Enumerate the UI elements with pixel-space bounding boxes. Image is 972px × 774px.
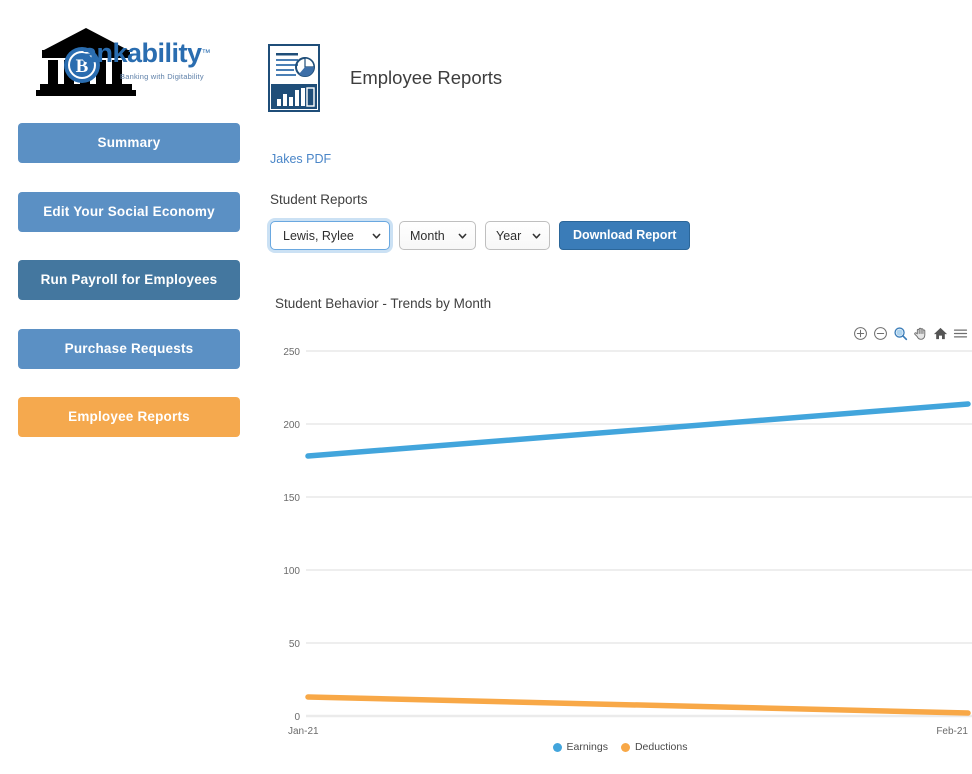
chart-toolbar — [853, 326, 968, 341]
legend-marker-deductions — [621, 743, 630, 752]
month-select-value: Month — [410, 229, 445, 243]
series-line-deductions — [308, 697, 968, 713]
month-select[interactable]: Month — [399, 221, 476, 250]
brand-name: ankability — [82, 38, 202, 68]
y-tick-250: 250 — [283, 347, 300, 358]
line-chart-svg: 250 200 150 100 50 0 Jan-21 Feb-21 — [268, 344, 972, 734]
chart-panel: Student Behavior - Trends by Month — [268, 296, 972, 766]
y-tick-200: 200 — [283, 420, 300, 431]
year-select-value: Year — [496, 229, 521, 243]
y-tick-100: 100 — [283, 566, 300, 577]
chevron-down-icon — [372, 231, 381, 240]
selection-zoom-icon[interactable] — [893, 326, 908, 341]
chart-gridlines — [306, 351, 972, 716]
sidebar-item-summary[interactable]: Summary — [18, 123, 240, 163]
sidebar-item-edit-your-social-economy[interactable]: Edit Your Social Economy — [18, 192, 240, 232]
sidebar: B ankability™ Banking with Digitability … — [0, 0, 258, 774]
sidebar-item-run-payroll-for-employees[interactable]: Run Payroll for Employees — [18, 260, 240, 300]
zoom-in-icon[interactable] — [853, 326, 868, 341]
jakes-pdf-link[interactable]: Jakes PDF — [270, 152, 331, 166]
student-reports-label: Student Reports — [270, 192, 368, 207]
legend-label-deductions: Deductions — [635, 741, 688, 753]
chart-plot-area[interactable]: 250 200 150 100 50 0 Jan-21 Feb-21 — [268, 344, 972, 734]
chevron-down-icon — [532, 231, 541, 240]
main-content: Employee Reports Jakes PDF Student Repor… — [258, 0, 972, 774]
page-title: Employee Reports — [350, 67, 502, 89]
x-tick-feb: Feb-21 — [936, 726, 968, 734]
brand-logo[interactable]: B ankability™ Banking with Digitability — [36, 24, 226, 102]
brand-tagline: Banking with Digitability — [120, 72, 204, 81]
y-tick-50: 50 — [289, 639, 301, 650]
student-select-value: Lewis, Rylee — [283, 229, 354, 243]
chart-legend: Earnings Deductions — [268, 741, 972, 753]
page-header: Employee Reports — [268, 44, 502, 112]
legend-item-deductions[interactable]: Deductions — [621, 741, 688, 753]
y-tick-0: 0 — [294, 712, 300, 723]
app-root: B ankability™ Banking with Digitability … — [0, 0, 972, 774]
menu-icon[interactable] — [953, 326, 968, 341]
y-axis-ticks: 250 200 150 100 50 0 — [283, 347, 300, 723]
x-tick-jan: Jan-21 — [288, 726, 319, 734]
y-tick-150: 150 — [283, 493, 300, 504]
legend-label-earnings: Earnings — [567, 741, 608, 753]
home-reset-icon[interactable] — [933, 326, 948, 341]
sidebar-item-purchase-requests[interactable]: Purchase Requests — [18, 329, 240, 369]
sidebar-item-employee-reports[interactable]: Employee Reports — [18, 397, 240, 437]
zoom-out-icon[interactable] — [873, 326, 888, 341]
download-report-button[interactable]: Download Report — [559, 221, 690, 250]
panning-hand-icon[interactable] — [913, 326, 928, 341]
student-select[interactable]: Lewis, Rylee — [270, 221, 390, 250]
x-axis-ticks: Jan-21 Feb-21 — [288, 726, 968, 734]
series-line-earnings — [308, 404, 968, 456]
report-document-chart-icon — [268, 44, 320, 112]
year-select[interactable]: Year — [485, 221, 550, 250]
legend-item-earnings[interactable]: Earnings — [553, 741, 608, 753]
legend-marker-earnings — [553, 743, 562, 752]
trademark-symbol: ™ — [202, 48, 211, 58]
chevron-down-icon — [458, 231, 467, 240]
report-filter-form: Lewis, Rylee Month Year Download Report — [270, 221, 690, 250]
chart-title: Student Behavior - Trends by Month — [275, 296, 491, 311]
